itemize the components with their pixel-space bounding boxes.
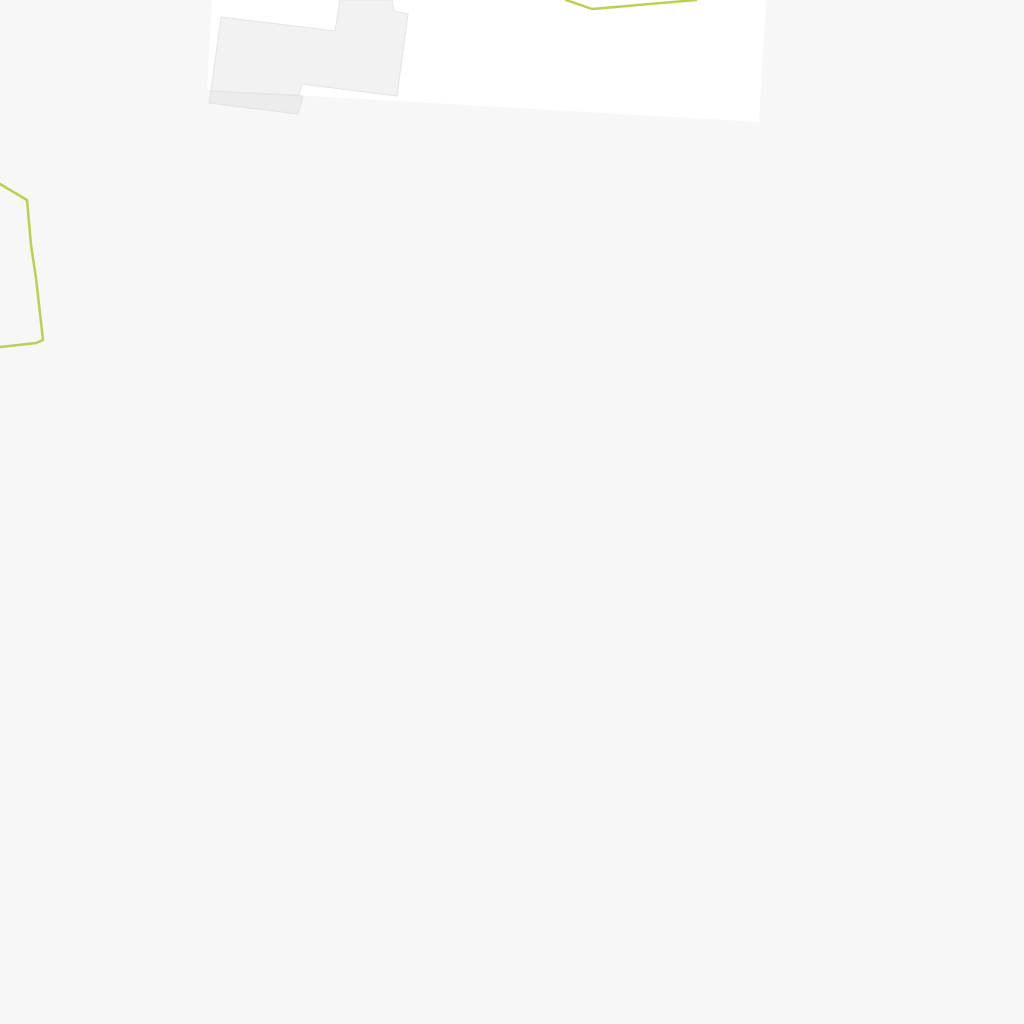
map-background (0, 0, 1024, 1024)
map-tiles (0, 0, 1024, 1024)
map-canvas[interactable] (0, 0, 1024, 1024)
